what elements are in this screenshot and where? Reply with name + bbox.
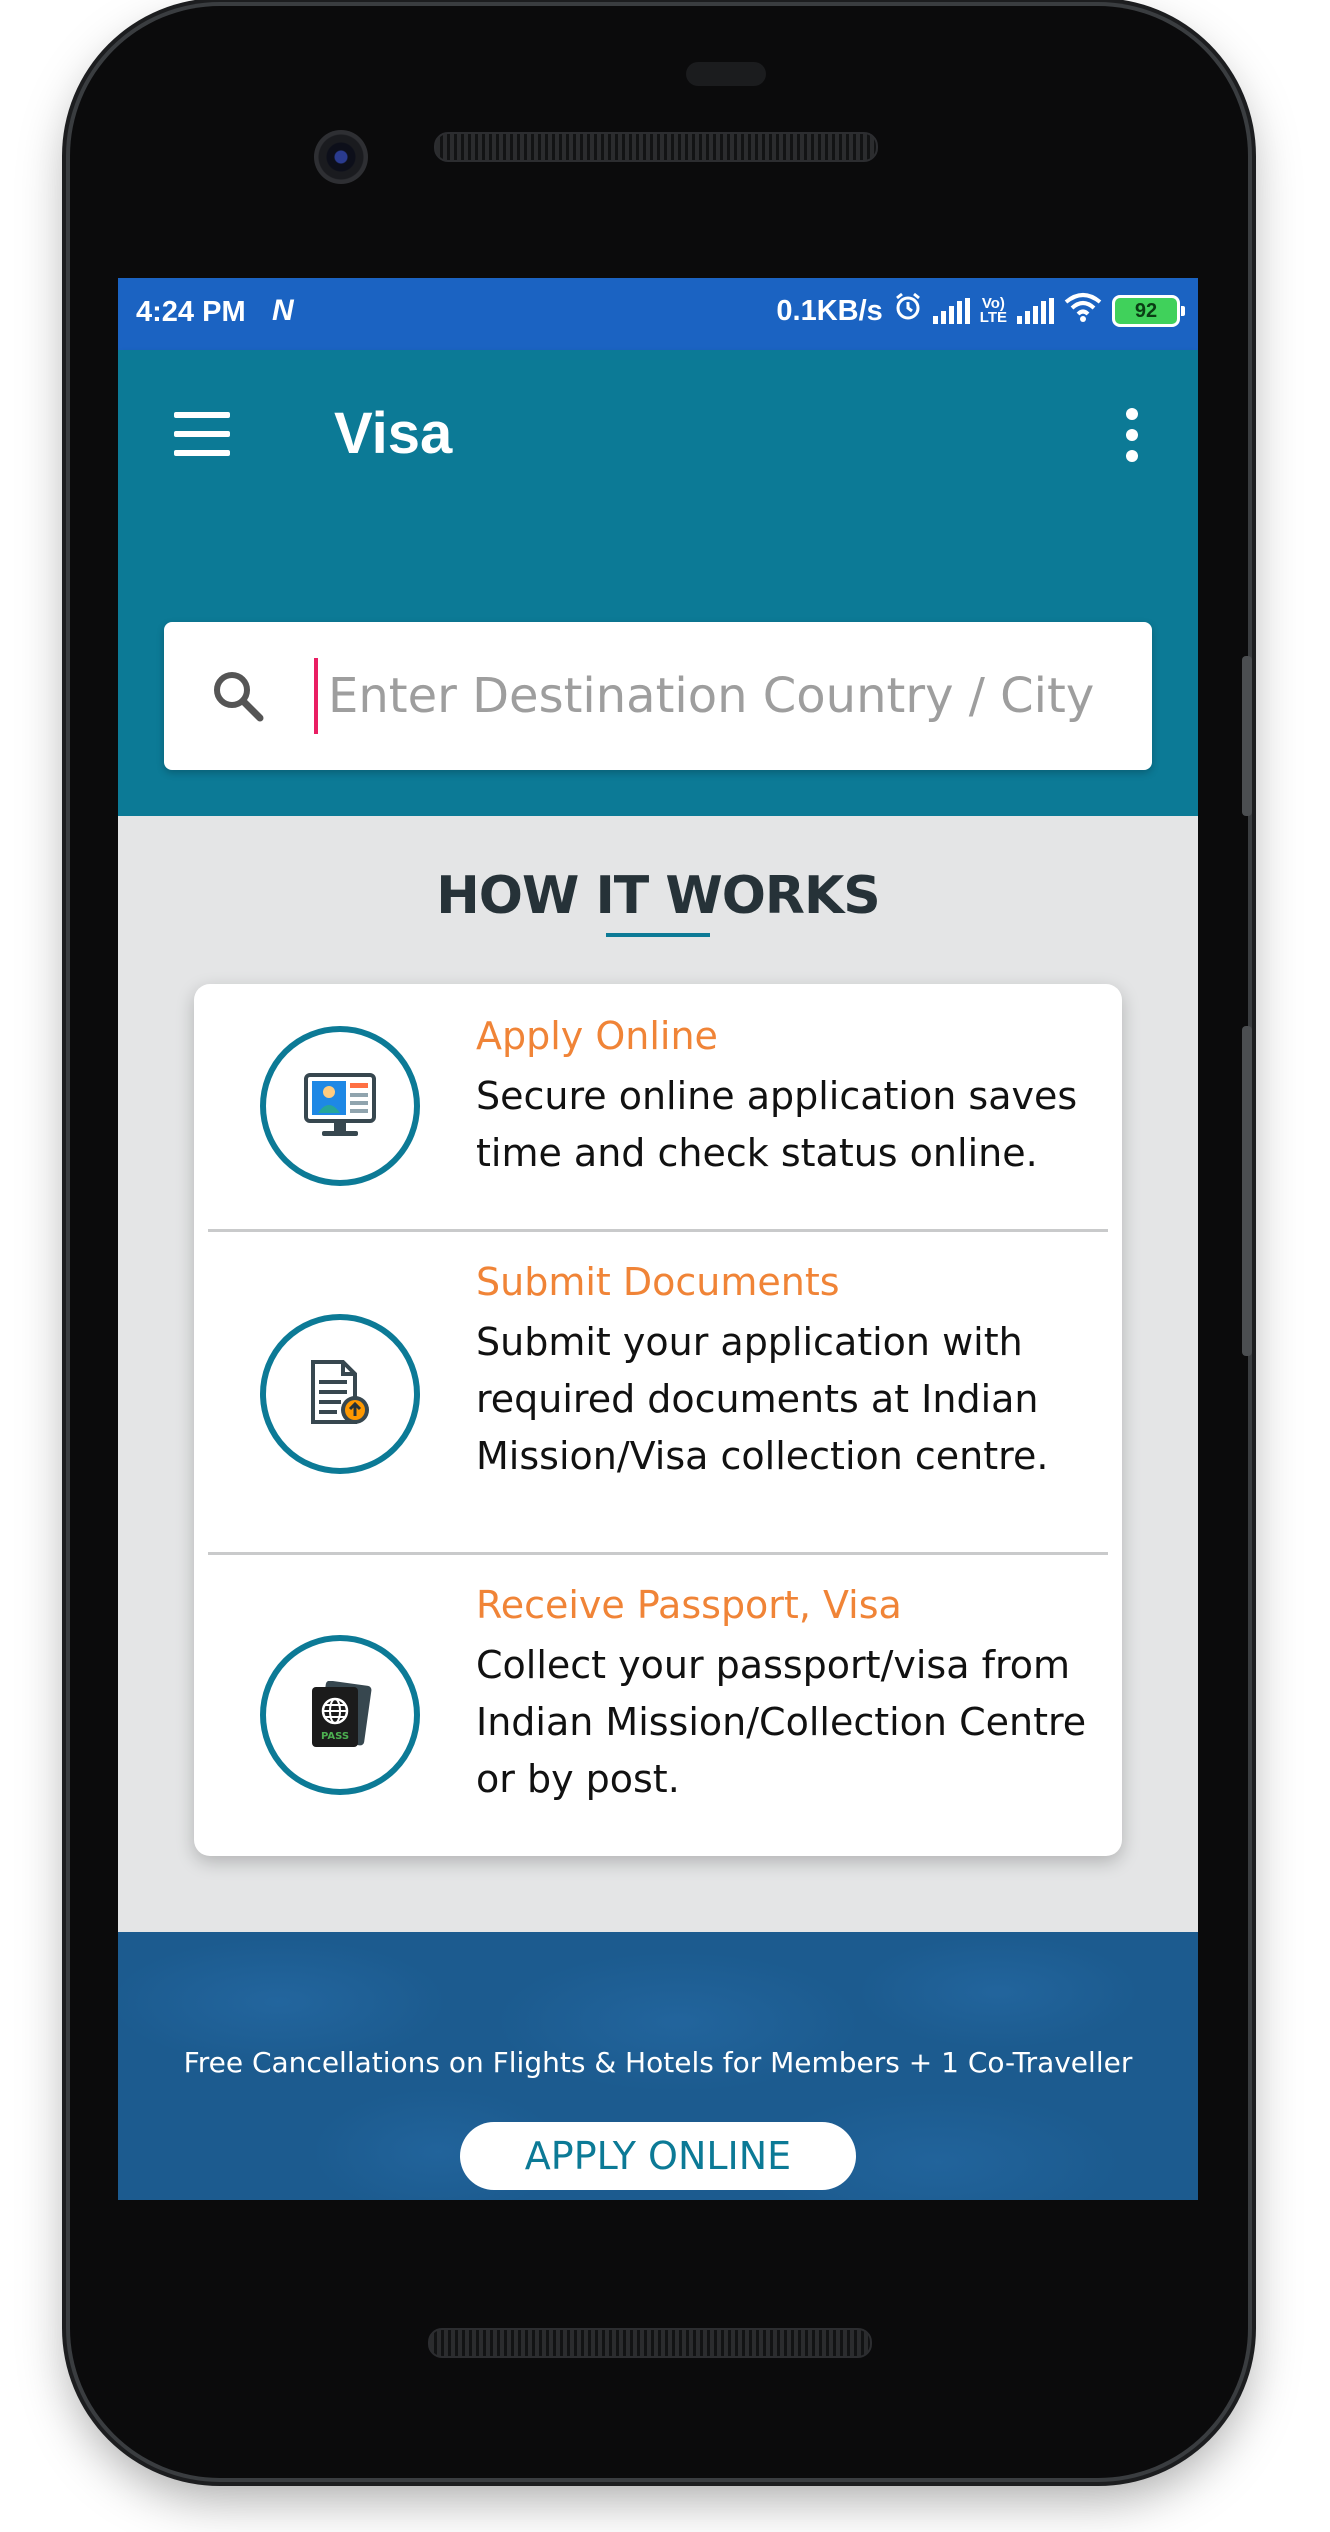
bottom-speaker xyxy=(428,2328,872,2358)
destination-search-input[interactable] xyxy=(314,658,1138,734)
apply-online-button[interactable]: APPLY ONLINE xyxy=(460,2122,856,2190)
front-camera xyxy=(314,130,368,184)
step-description: Collect your passport/visa from Indian M… xyxy=(476,1643,1087,1801)
signal-icon-1 xyxy=(932,298,970,324)
step-receive-passport: PASS Receive Passport, Visa Collect your… xyxy=(194,1555,1122,1856)
computer-application-icon xyxy=(260,1026,420,1186)
step-description: Secure online application saves time and… xyxy=(476,1074,1078,1175)
promo-text: Free Cancellations on Flights & Hotels f… xyxy=(183,2046,1133,2079)
volume-button xyxy=(1242,656,1252,816)
hamburger-menu-icon[interactable] xyxy=(174,412,230,456)
app-screen: 4:24 PM N 0.1KB/s Vo) LTE 92 Visa Enter … xyxy=(118,278,1198,2200)
signal-icon-2 xyxy=(1017,298,1054,324)
volte-icon: Vo) LTE xyxy=(979,295,1007,326)
passport-icon-label: PASS xyxy=(321,1731,349,1742)
title-underline xyxy=(606,933,710,937)
step-title: Apply Online xyxy=(476,1014,718,1058)
passport-icon: PASS xyxy=(260,1635,420,1795)
sensor-slot xyxy=(686,62,766,86)
step-apply-online: Apply Online Secure online application s… xyxy=(194,984,1122,1231)
how-it-works-title: HOW IT WORKS xyxy=(436,866,880,926)
step-title: Submit Documents xyxy=(476,1260,840,1304)
power-button xyxy=(1242,1026,1252,1356)
search-icon xyxy=(208,666,268,726)
notification-n-icon: N xyxy=(272,294,294,327)
status-bar: 4:24 PM N 0.1KB/s Vo) LTE 92 xyxy=(118,278,1198,350)
step-description: Submit your application with required do… xyxy=(476,1320,1049,1478)
step-submit-documents: Submit Documents Submit your application… xyxy=(194,1232,1122,1554)
top-speaker xyxy=(434,132,878,162)
battery-icon: 92 xyxy=(1112,295,1185,327)
document-upload-icon xyxy=(260,1314,420,1474)
alarm-icon xyxy=(893,292,923,330)
more-options-icon[interactable] xyxy=(1126,408,1140,462)
wifi-icon xyxy=(1064,292,1102,330)
search-section xyxy=(118,518,1198,816)
network-speed: 0.1KB/s xyxy=(776,294,883,327)
app-bar: Visa xyxy=(118,350,1198,518)
footer-banner: Free Cancellations on Flights & Hotels f… xyxy=(118,1932,1198,2200)
steps-card: Apply Online Secure online application s… xyxy=(194,984,1122,1856)
step-title: Receive Passport, Visa xyxy=(476,1583,902,1627)
page-title: Visa xyxy=(334,401,453,466)
status-indicators: 0.1KB/s Vo) LTE 92 xyxy=(776,292,1185,330)
search-box[interactable] xyxy=(164,622,1152,770)
status-time: 4:24 PM xyxy=(136,296,246,328)
